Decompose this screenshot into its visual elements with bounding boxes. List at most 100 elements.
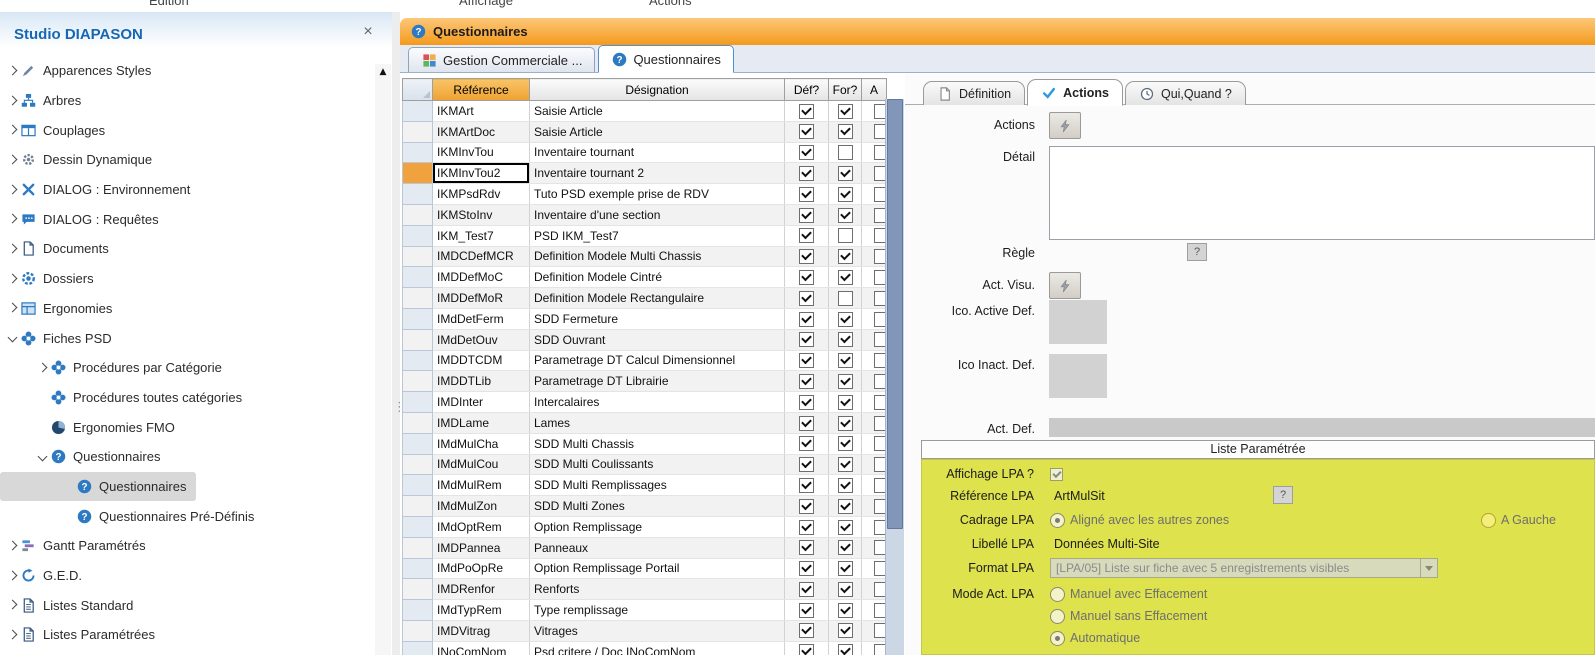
cell-reference[interactable]: IMDVitrag	[433, 620, 530, 641]
cell-designation[interactable]: SDD Ouvrant	[530, 329, 785, 350]
scroll-up-icon[interactable]	[375, 64, 391, 80]
row-selector[interactable]	[403, 454, 433, 475]
cell-a-checkbox[interactable]	[862, 392, 887, 413]
cell-designation[interactable]: Option Remplissage	[530, 516, 785, 537]
cell-for-checkbox[interactable]	[829, 142, 862, 163]
reference-lpa-value[interactable]: ArtMulSit	[1054, 489, 1105, 503]
sidebar-item[interactable]: Documents	[0, 234, 119, 264]
cell-designation[interactable]: Tuto PSD exemple prise de RDV	[530, 184, 785, 205]
cell-for-checkbox[interactable]	[829, 163, 862, 184]
cell-a-checkbox[interactable]	[862, 412, 887, 433]
mode-act-radio[interactable]	[1050, 631, 1065, 646]
cell-a-checkbox[interactable]	[862, 101, 887, 122]
cell-for-checkbox[interactable]	[829, 496, 862, 517]
cell-def-checkbox[interactable]	[785, 308, 829, 329]
cell-reference[interactable]: IMDDefMoC	[433, 267, 530, 288]
table-row[interactable]: IMDDTCDMParametrage DT Calcul Dimensionn…	[403, 350, 887, 371]
cell-def-checkbox[interactable]	[785, 537, 829, 558]
cell-for-checkbox[interactable]	[829, 371, 862, 392]
cell-a-checkbox[interactable]	[862, 225, 887, 246]
row-selector[interactable]	[403, 204, 433, 225]
cell-def-checkbox[interactable]	[785, 558, 829, 579]
table-row[interactable]: IMDCDefMCRDefinition Modele Multi Chassi…	[403, 246, 887, 267]
cell-for-checkbox[interactable]	[829, 392, 862, 413]
cell-def-checkbox[interactable]	[785, 600, 829, 621]
table-scrollbar[interactable]	[885, 99, 904, 655]
act-def-field[interactable]	[1049, 418, 1595, 437]
row-selector[interactable]	[403, 496, 433, 517]
row-selector[interactable]	[403, 308, 433, 329]
chevron-right-icon[interactable]	[6, 185, 20, 195]
cell-for-checkbox[interactable]	[829, 412, 862, 433]
table-row[interactable]: IMDDefMoRDefinition Modele Rectangulaire	[403, 288, 887, 309]
cell-designation[interactable]: Inventaire tournant 2	[530, 163, 785, 184]
cell-a-checkbox[interactable]	[862, 204, 887, 225]
cell-reference[interactable]: IMdDetOuv	[433, 329, 530, 350]
menu-item[interactable]: Edition	[149, 0, 189, 8]
table-row[interactable]: IMdMulCouSDD Multi Coulissants	[403, 454, 887, 475]
splitter[interactable]	[392, 12, 400, 655]
table-row[interactable]: IMdDetFermSDD Fermeture	[403, 308, 887, 329]
act-visu-picker-button[interactable]	[1049, 272, 1081, 299]
sidebar-item[interactable]: Couplages	[0, 115, 115, 145]
row-selector[interactable]	[403, 600, 433, 621]
cell-def-checkbox[interactable]	[785, 412, 829, 433]
affichage-lpa-checkbox[interactable]	[1050, 468, 1063, 481]
cell-a-checkbox[interactable]	[862, 537, 887, 558]
panel-tab-actions[interactable]: Actions	[1027, 79, 1123, 106]
cell-reference[interactable]: IMdTypRem	[433, 600, 530, 621]
cell-def-checkbox[interactable]	[785, 204, 829, 225]
chevron-right-icon[interactable]	[6, 214, 20, 224]
chevron-right-icon[interactable]	[6, 96, 20, 106]
sidebar-item[interactable]: Procédures toutes catégories	[0, 383, 252, 413]
chevron-down-icon[interactable]	[6, 333, 20, 343]
row-selector[interactable]	[403, 579, 433, 600]
cell-reference[interactable]: IMDDTCDM	[433, 350, 530, 371]
row-selector[interactable]	[403, 288, 433, 309]
cell-reference[interactable]: IMdMulRem	[433, 475, 530, 496]
header-designation[interactable]: Désignation	[530, 79, 785, 101]
cell-for-checkbox[interactable]	[829, 433, 862, 454]
cell-designation[interactable]: Option Remplissage Portail	[530, 558, 785, 579]
cell-reference[interactable]: IMdMulCha	[433, 433, 530, 454]
cell-for-checkbox[interactable]	[829, 267, 862, 288]
menu-item[interactable]: Affichage	[459, 0, 513, 8]
chevron-right-icon[interactable]	[6, 630, 20, 640]
sidebar-item[interactable]: Apparences Styles	[0, 56, 161, 86]
mode-act-radio[interactable]	[1050, 587, 1065, 602]
cell-for-checkbox[interactable]	[829, 516, 862, 537]
sidebar-item[interactable]: Procédures par Catégorie	[0, 353, 232, 383]
tab-questionnaires[interactable]: ?Questionnaires	[598, 45, 733, 73]
panel-tab-qui-quand[interactable]: Qui,Quand ?	[1125, 81, 1246, 105]
cell-designation[interactable]: Saisie Article	[530, 121, 785, 142]
row-selector[interactable]	[403, 329, 433, 350]
table-row[interactable]: IMDVitragVitrages	[403, 620, 887, 641]
header-def[interactable]: Déf?	[785, 79, 829, 101]
cell-a-checkbox[interactable]	[862, 184, 887, 205]
cell-designation[interactable]: Definition Modele Multi Chassis	[530, 246, 785, 267]
chevron-right-icon[interactable]	[6, 244, 20, 254]
cell-reference[interactable]: IMdMulZon	[433, 496, 530, 517]
cell-def-checkbox[interactable]	[785, 641, 829, 655]
cell-def-checkbox[interactable]	[785, 496, 829, 517]
cell-for-checkbox[interactable]	[829, 475, 862, 496]
table-row[interactable]: IKMPsdRdvTuto PSD exemple prise de RDV	[403, 184, 887, 205]
panel-tab-d-finition[interactable]: Définition	[923, 81, 1025, 105]
cell-reference[interactable]: IMDDefMoR	[433, 288, 530, 309]
cell-def-checkbox[interactable]	[785, 121, 829, 142]
close-icon[interactable]	[360, 24, 376, 40]
row-selector[interactable]	[403, 620, 433, 641]
cell-for-checkbox[interactable]	[829, 558, 862, 579]
cell-for-checkbox[interactable]	[829, 121, 862, 142]
cell-a-checkbox[interactable]	[862, 454, 887, 475]
cell-reference[interactable]: IMdDetFerm	[433, 308, 530, 329]
sidebar-item[interactable]: Fiches PSD	[0, 323, 122, 353]
detail-textarea[interactable]	[1049, 146, 1595, 240]
cell-def-checkbox[interactable]	[785, 433, 829, 454]
menu-item[interactable]: Actions	[649, 0, 692, 8]
cell-a-checkbox[interactable]	[862, 267, 887, 288]
row-selector[interactable]	[403, 641, 433, 655]
cell-a-checkbox[interactable]	[862, 558, 887, 579]
sidebar-item[interactable]: Listes Paramétrées	[0, 620, 165, 650]
cell-a-checkbox[interactable]	[862, 475, 887, 496]
